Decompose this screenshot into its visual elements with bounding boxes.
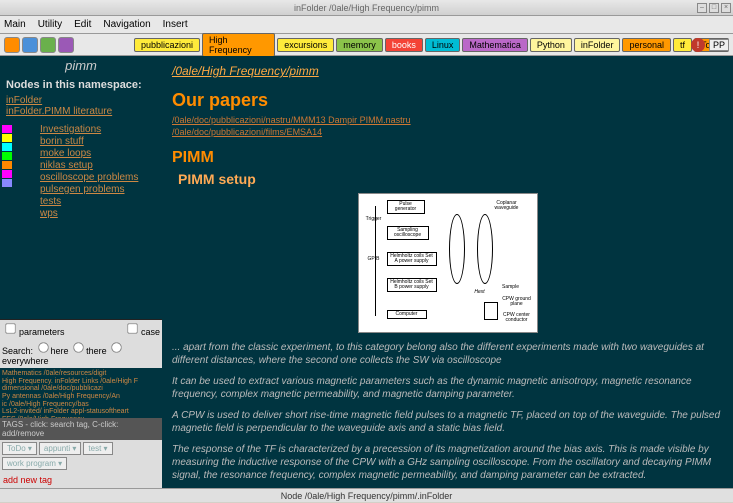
params-checkbox[interactable] — [5, 323, 15, 333]
tag-personal[interactable]: personal — [622, 38, 671, 52]
search-everywhere-radio[interactable] — [111, 342, 121, 352]
sidebar-sublink[interactable]: moke loops — [40, 148, 162, 159]
status-bar: Node /0ale/High Frequency/pimm/.inFolder — [0, 488, 733, 502]
menu-main[interactable]: Main — [4, 19, 26, 30]
paper-link-2[interactable]: /0ale/doc/pubblicazioni/films/EMSA14 — [172, 127, 723, 137]
sidebar-link-literature[interactable]: inFolder.PIMM literature — [0, 106, 162, 117]
menu-navigation[interactable]: Navigation — [103, 19, 150, 30]
minimize-button[interactable]: – — [697, 3, 707, 13]
mark-icon[interactable] — [2, 152, 12, 160]
dg-sampling: Sampling oscilloscope — [387, 226, 429, 240]
search-here-radio[interactable] — [38, 342, 48, 352]
tag-books[interactable]: books — [385, 38, 423, 52]
mark-icon[interactable] — [2, 170, 12, 178]
menu-edit[interactable]: Edit — [74, 19, 91, 30]
sidebar-sublink[interactable]: Investigations — [40, 124, 162, 135]
log-line[interactable]: dimensional /0ale/doc/pubblicazi — [2, 385, 160, 393]
maximize-button[interactable]: □ — [709, 3, 719, 13]
sidebar-sublink[interactable]: pulsegen problems — [40, 184, 162, 195]
titlebar: inFolder /0ale/High Frequency/pimm – □ × — [0, 0, 733, 16]
log-line[interactable]: Mathematics /0ale/resources/digit — [2, 370, 160, 378]
log-panel: Mathematics /0ale/resources/digitHigh Fr… — [0, 368, 162, 418]
search-row: Search: here there everywhere — [0, 339, 162, 368]
para-3: A CPW is used to deliver short rise-time… — [172, 409, 723, 435]
dg-coplanar: Coplanar waveguide — [489, 200, 525, 212]
pp-label[interactable]: PP — [709, 39, 729, 51]
para-1: ... apart from the classic experiment, t… — [172, 341, 723, 367]
mark-icon[interactable] — [2, 161, 12, 169]
tool-icon-1[interactable] — [4, 37, 20, 53]
dg-coil-a — [449, 214, 465, 284]
tags-bar: pubblicazioniHigh Frequencyexcursionsmem… — [134, 33, 729, 57]
dg-sample: Sample — [499, 284, 523, 291]
menu-utility[interactable]: Utility — [38, 19, 62, 30]
breadcrumb[interactable]: /0ale/High Frequency/pimm — [172, 64, 319, 78]
log-line[interactable]: High Frequency. inFolder Links /0ale/Hig… — [2, 378, 160, 386]
tool-icon-3[interactable] — [40, 37, 56, 53]
para-2: It can be used to extract various magnet… — [172, 375, 723, 401]
sidebar-sublink[interactable]: wps — [40, 208, 162, 219]
menu-insert[interactable]: Insert — [163, 19, 188, 30]
sidebar: pimm Nodes in this namespace: inFolder i… — [0, 56, 162, 488]
tag-button[interactable]: ToDo ▾ — [2, 442, 37, 455]
dg-computer: Computer — [387, 310, 427, 319]
dg-gpib: GPIB — [365, 256, 383, 263]
tag-linux[interactable]: Linux — [425, 38, 461, 52]
search-there-radio[interactable] — [73, 342, 83, 352]
dg-trigger: Trigger — [363, 216, 385, 223]
alert-icon[interactable]: ! — [691, 38, 705, 52]
pimm-setup-heading: PIMM setup — [178, 171, 723, 187]
dg-connector — [484, 302, 498, 320]
dg-pulse: Pulse generator — [387, 200, 425, 214]
log-line[interactable]: Py antennas /0ale/High Frequency/An — [2, 393, 160, 401]
dg-helmA: Helmholtz coils Set A power supply — [387, 252, 437, 266]
sidebar-sublink[interactable]: borin stuff — [40, 136, 162, 147]
tag-tf[interactable]: tf — [673, 38, 692, 52]
tag-pubblicazioni[interactable]: pubblicazioni — [134, 38, 200, 52]
sidebar-title: pimm — [0, 56, 162, 75]
log-line[interactable]: ic /0ale/High Frequency/bas — [2, 401, 160, 409]
dg-cpwg: CPW ground plane — [499, 296, 535, 308]
mark-icon[interactable] — [2, 125, 12, 133]
window-title: inFolder /0ale/High Frequency/pimm — [294, 3, 439, 13]
papers-heading: Our papers — [172, 90, 723, 111]
sidebar-sublink[interactable]: tests — [40, 196, 162, 207]
menubar: Main Utility Edit Navigation Insert — [0, 16, 733, 34]
dg-coil-b — [477, 214, 493, 284]
tool-icon-2[interactable] — [22, 37, 38, 53]
mark-icon[interactable] — [2, 143, 12, 151]
tag-memory[interactable]: memory — [336, 38, 383, 52]
dg-cpwc: CPW center conductor — [499, 312, 535, 324]
tag-mathematica[interactable]: Mathematica — [462, 38, 528, 52]
tag-excursions[interactable]: excursions — [277, 38, 334, 52]
tags-strip: TAGS - click: search tag, C-click: add/r… — [0, 418, 162, 440]
sidebar-link-infolder[interactable]: inFolder — [0, 95, 162, 106]
add-new-tag-button[interactable]: add new tag — [0, 472, 162, 488]
log-line[interactable]: LsL2-invited/ inFolder appl-statusofthea… — [2, 408, 160, 416]
sidebar-heading: Nodes in this namespace: — [0, 75, 162, 95]
tool-icon-4[interactable] — [58, 37, 74, 53]
tag-button[interactable]: appunti ▾ — [39, 442, 81, 455]
sidebar-sublink[interactable]: oscilloscope problems — [40, 172, 162, 183]
tag-high-frequency[interactable]: High Frequency — [202, 33, 275, 57]
case-checkbox[interactable] — [127, 323, 137, 333]
dg-helmB: Helmholtz coils Set B power supply — [387, 278, 437, 292]
content-area: /0ale/High Frequency/pimm Our papers /0a… — [162, 56, 733, 488]
tag-button[interactable]: work program ▾ — [2, 457, 67, 470]
tag-infolder[interactable]: inFolder — [574, 38, 621, 52]
sidebar-sublink[interactable]: niklas setup — [40, 160, 162, 171]
mark-icon[interactable] — [2, 179, 12, 187]
toolbar: pubblicazioniHigh Frequencyexcursionsmem… — [0, 34, 733, 56]
paper-link-1[interactable]: /0ale/doc/pubblicazioni/nastru/MMM13 Dam… — [172, 115, 723, 125]
para-4: The response of the TF is characterized … — [172, 443, 723, 482]
close-button[interactable]: × — [721, 3, 731, 13]
pimm-diagram: Pulse generator Sampling oscilloscope He… — [358, 193, 538, 333]
tag-python[interactable]: Python — [530, 38, 572, 52]
pimm-heading: PIMM — [172, 149, 723, 167]
tag-button[interactable]: test ▾ — [83, 442, 112, 455]
params-row: parameters case — [0, 320, 162, 339]
mark-icon[interactable] — [2, 134, 12, 142]
dg-hext: Hext — [471, 289, 489, 296]
